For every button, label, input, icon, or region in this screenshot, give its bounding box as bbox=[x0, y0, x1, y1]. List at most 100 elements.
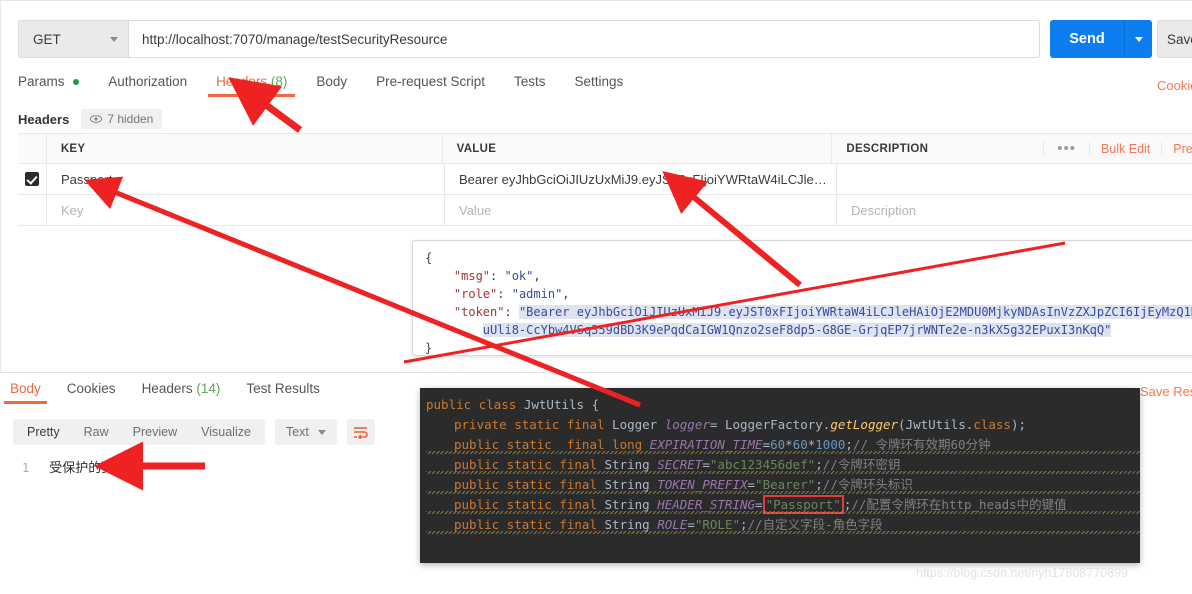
code-token: //令牌环头标识 bbox=[823, 477, 913, 492]
hidden-headers-toggle[interactable]: 7 hidden bbox=[81, 109, 162, 129]
placeholder-value-input[interactable]: Value bbox=[459, 203, 491, 218]
code-token: ; bbox=[815, 457, 823, 472]
http-method-select[interactable]: GET bbox=[18, 20, 128, 58]
viewer-mode-group: Pretty Raw Preview Visualize bbox=[13, 419, 265, 445]
json-line: "msg": "ok", bbox=[425, 267, 1192, 285]
code-token: "ROLE" bbox=[695, 517, 740, 532]
table-row[interactable]: Passport Bearer eyJhbGciOiJIUzUxMiJ9.eyJ… bbox=[18, 164, 1192, 195]
code-token: SECRET bbox=[657, 457, 702, 472]
json-response-popover: { "msg": "ok", "role": "admin", "token":… bbox=[412, 240, 1192, 356]
cookies-link[interactable]: Cookies bbox=[1157, 78, 1192, 93]
chevron-down-icon bbox=[110, 37, 118, 42]
presets-link[interactable]: Pres bbox=[1161, 142, 1192, 156]
json-line: uUli8-CcYbw4VSq359dBD3K9ePqdCaIGW1Qnzo2s… bbox=[425, 321, 1192, 339]
save-response-link[interactable]: Save Resp bbox=[1140, 384, 1192, 399]
row-checkbox-cell[interactable] bbox=[18, 164, 47, 195]
tab-params[interactable]: Params bbox=[18, 74, 79, 97]
wrap-lines-icon bbox=[353, 426, 368, 439]
code-token: (JwtUtils. bbox=[898, 417, 973, 432]
code-line: public static final String ROLE="ROLE";/… bbox=[426, 515, 1140, 535]
code-token: String bbox=[605, 477, 658, 492]
code-token: public static final bbox=[454, 457, 605, 472]
tab-pre-request-script[interactable]: Pre-request Script bbox=[376, 74, 485, 97]
code-line: public class JwtUtils { bbox=[426, 395, 1140, 415]
bulk-edit-link[interactable]: Bulk Edit bbox=[1089, 142, 1161, 156]
code-token: 60 bbox=[793, 437, 808, 452]
code-token: = bbox=[702, 457, 710, 472]
json-line: "role": "admin", bbox=[425, 285, 1192, 303]
code-line: public static final String SECRET="abc12… bbox=[426, 455, 1140, 475]
table-row-placeholder[interactable]: Key Value Description bbox=[18, 195, 1192, 226]
tab-settings[interactable]: Settings bbox=[574, 74, 623, 97]
tab-body[interactable]: Body bbox=[316, 74, 347, 97]
resp-tab-body[interactable]: Body bbox=[10, 381, 41, 404]
code-token: ; bbox=[845, 437, 853, 452]
viewer-mode-raw[interactable]: Raw bbox=[72, 419, 121, 445]
line-number: 1 bbox=[22, 461, 29, 475]
code-token: public static final bbox=[454, 477, 605, 492]
window-left-border bbox=[0, 0, 1, 372]
resp-tab-headers[interactable]: Headers (14) bbox=[142, 381, 221, 404]
url-text: http://localhost:7070/manage/testSecurit… bbox=[142, 32, 447, 47]
code-token: 1000 bbox=[815, 437, 845, 452]
chevron-down-icon bbox=[318, 430, 326, 435]
viewer-mode-preview[interactable]: Preview bbox=[121, 419, 189, 445]
send-button-group: Send bbox=[1050, 20, 1152, 58]
placeholder-checkbox-cell[interactable] bbox=[18, 195, 47, 226]
content-type-select[interactable]: Text bbox=[275, 419, 337, 445]
placeholder-key-input[interactable]: Key bbox=[61, 203, 83, 218]
eye-icon bbox=[90, 115, 102, 123]
squiggly-underline-icon bbox=[426, 531, 1140, 534]
panel-divider bbox=[0, 372, 1192, 373]
chevron-down-icon bbox=[1135, 37, 1143, 42]
tab-tests[interactable]: Tests bbox=[514, 74, 546, 97]
placeholder-description-input[interactable]: Description bbox=[851, 203, 916, 218]
url-input[interactable]: http://localhost:7070/manage/testSecurit… bbox=[128, 20, 1040, 58]
json-line: "token": "Bearer eyJhbGciOiJIUzUxMiJ9.ey… bbox=[425, 303, 1192, 321]
code-token: class bbox=[973, 417, 1011, 432]
tab-authorization[interactable]: Authorization bbox=[108, 74, 187, 97]
hidden-headers-count: 7 hidden bbox=[107, 112, 153, 126]
row-checkbox-checked-icon[interactable] bbox=[25, 172, 39, 186]
tab-headers[interactable]: Headers (8) bbox=[216, 74, 287, 97]
code-token: public static final long bbox=[454, 437, 650, 452]
arrow-to-headers-tab bbox=[262, 102, 300, 130]
code-token: //配置令牌环在http_heads中的键值 bbox=[851, 497, 1066, 512]
code-token: ; bbox=[815, 477, 823, 492]
resp-tab-cookies[interactable]: Cookies bbox=[67, 381, 116, 404]
url-bar: GET http://localhost:7070/manage/testSec… bbox=[18, 20, 1040, 58]
header-key-value[interactable]: Passport bbox=[61, 172, 112, 187]
response-body-text: 受保护的资源 bbox=[49, 457, 127, 476]
tab-headers-label: Headers bbox=[216, 74, 267, 89]
modified-dot-icon bbox=[73, 79, 79, 85]
more-options-icon[interactable]: ••• bbox=[1043, 141, 1089, 156]
response-body-content: 1 受保护的资源 bbox=[22, 457, 127, 476]
http-method-label: GET bbox=[33, 32, 61, 47]
squiggly-underline-icon bbox=[426, 491, 1140, 494]
resp-tab-test-results[interactable]: Test Results bbox=[246, 381, 320, 404]
viewer-mode-visualize[interactable]: Visualize bbox=[189, 419, 263, 445]
header-value-value[interactable]: Bearer eyJhbGciOiJIUzUxMiJ9.eyJST0xFIjoi… bbox=[459, 172, 836, 187]
column-header-description: DESCRIPTION bbox=[846, 143, 928, 155]
code-token: 60 bbox=[770, 437, 785, 452]
code-token: getLogger bbox=[830, 417, 898, 432]
code-line: private static final Logger logger= Logg… bbox=[426, 415, 1140, 435]
code-token: = bbox=[763, 437, 771, 452]
viewer-mode-pretty[interactable]: Pretty bbox=[15, 419, 72, 445]
code-token: String bbox=[605, 517, 658, 532]
wrap-lines-button[interactable] bbox=[347, 419, 375, 445]
squiggly-underline-icon bbox=[426, 471, 1140, 474]
send-button[interactable]: Send bbox=[1050, 20, 1124, 58]
code-token: ; bbox=[740, 517, 748, 532]
code-token: = bbox=[687, 517, 695, 532]
code-token: EXPIRATION_TIME bbox=[650, 437, 763, 452]
squiggly-underline-icon bbox=[426, 511, 1140, 514]
save-button[interactable]: Save bbox=[1157, 20, 1192, 58]
header-cell-checkbox bbox=[18, 133, 47, 164]
send-options-button[interactable] bbox=[1124, 20, 1152, 58]
code-line: public static final long EXPIRATION_TIME… bbox=[426, 435, 1140, 455]
resp-tab-headers-label: Headers bbox=[142, 381, 193, 396]
code-token: { bbox=[592, 397, 600, 412]
code-token: = LoggerFactory. bbox=[710, 417, 830, 432]
column-header-key: KEY bbox=[61, 143, 86, 155]
